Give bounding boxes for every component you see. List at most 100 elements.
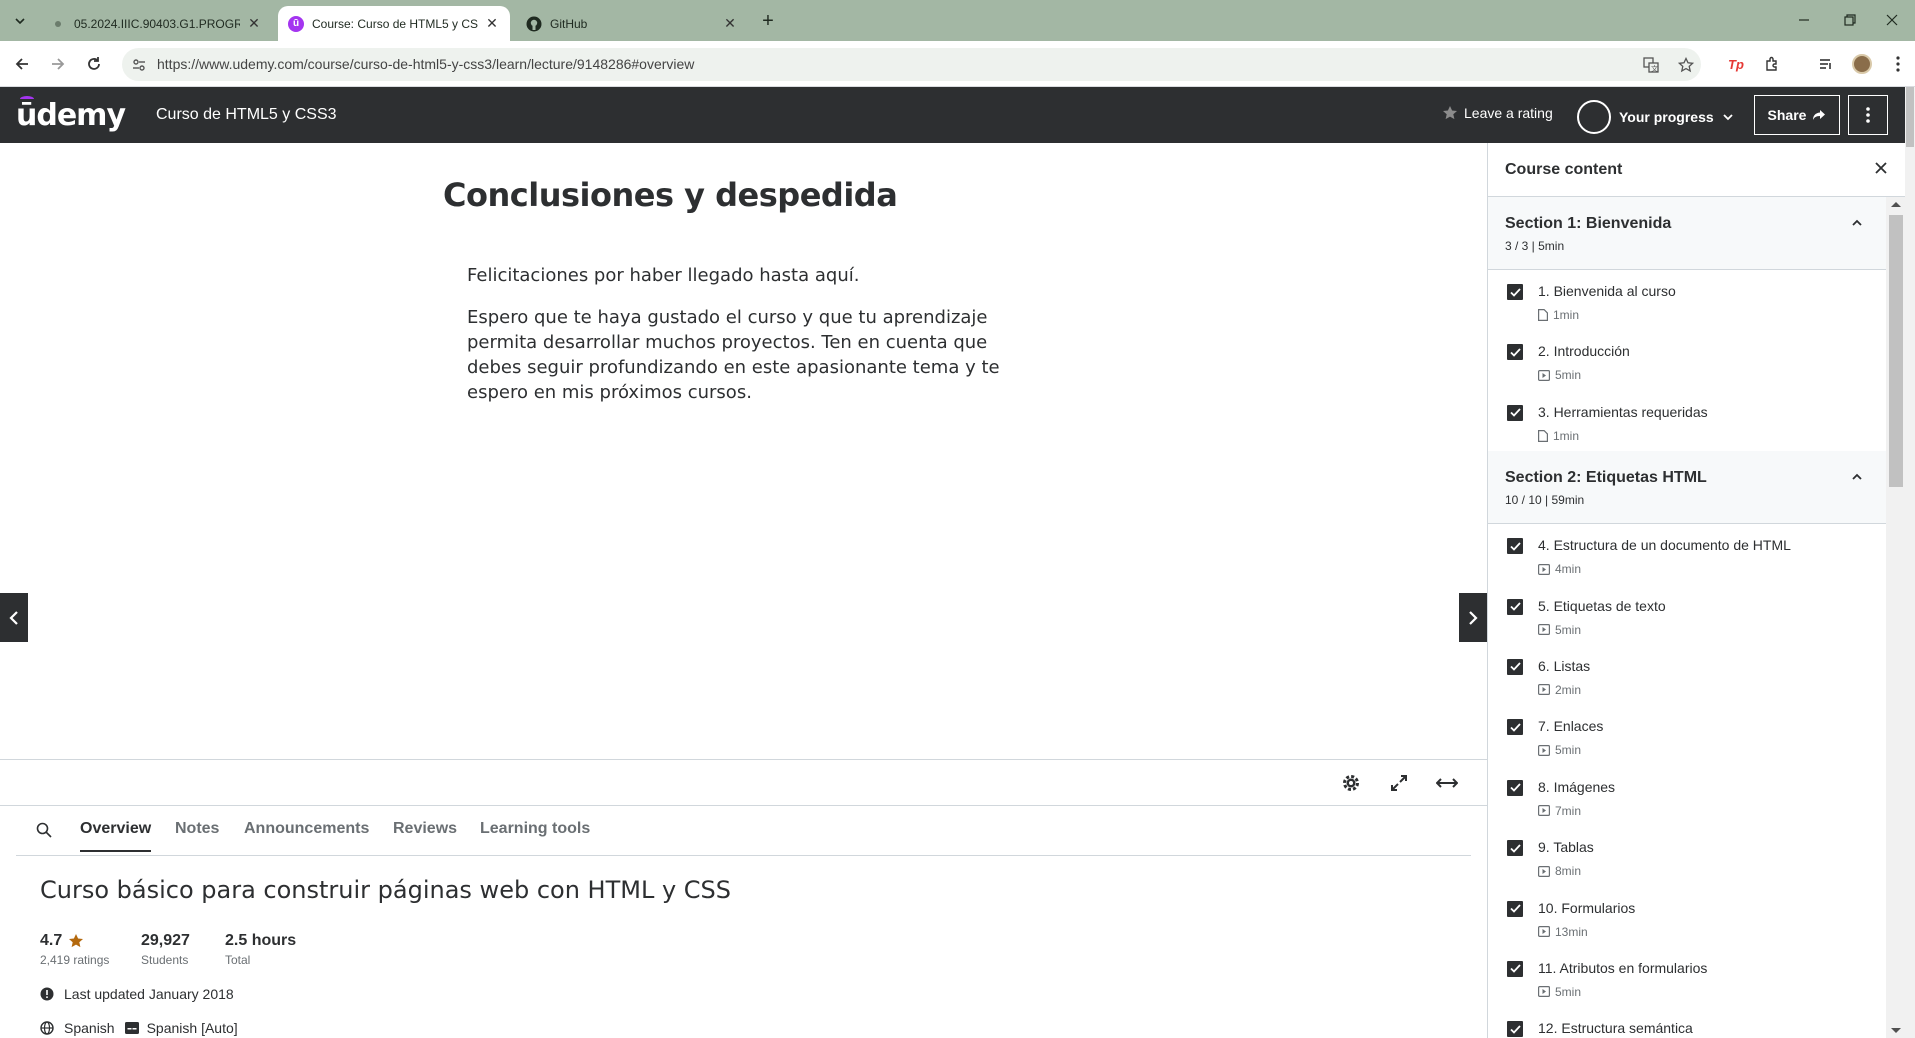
lecture-item[interactable]: 3. Herramientas requeridas 1min	[1488, 391, 1886, 451]
reload-icon[interactable]	[82, 52, 106, 76]
share-button[interactable]: Share	[1754, 95, 1840, 135]
your-progress-button[interactable]: Your progress	[1577, 100, 1734, 134]
page-scrollbar[interactable]	[1905, 87, 1915, 1038]
duration-text: 5min	[1555, 368, 1582, 383]
course-header: ūdemy Curso de HTML5 y CSS3 Leave a rati…	[0, 87, 1905, 143]
tab-favicon	[50, 16, 66, 32]
new-tab-button[interactable]: +	[756, 9, 780, 33]
settings-gear-icon[interactable]	[1339, 771, 1363, 795]
tab-title: GitHub	[550, 16, 588, 31]
search-icon[interactable]	[36, 822, 52, 838]
close-tab-icon[interactable]: ✕	[484, 15, 500, 32]
restore-button[interactable]	[1827, 8, 1873, 32]
fullscreen-icon[interactable]	[1387, 771, 1411, 795]
sidebar-scrollbar-thumb[interactable]	[1889, 215, 1903, 487]
tab-reviews[interactable]: Reviews	[393, 820, 457, 850]
lecture-item[interactable]: 8. Imágenes 7min	[1488, 766, 1886, 826]
sidebar-title: Course content	[1505, 161, 1623, 178]
close-window-button[interactable]	[1869, 8, 1915, 32]
tab-overview[interactable]: Overview	[80, 820, 152, 852]
translate-icon[interactable]: 文	[1642, 56, 1660, 74]
lecture-title: 5. Etiquetas de texto	[1538, 597, 1666, 614]
lecture-item[interactable]: 4. Estructura de un documento de HTML 4mi…	[1488, 524, 1886, 584]
completed-checkbox[interactable]	[1507, 598, 1523, 615]
section-summary: 3 / 3 | 5min	[1505, 239, 1565, 253]
chrome-menu-icon[interactable]	[1886, 52, 1910, 76]
expand-width-icon[interactable]	[1435, 771, 1459, 795]
svg-text:文: 文	[1651, 64, 1658, 73]
browser-tab[interactable]: GitHub ✕	[516, 6, 748, 41]
chevron-up-icon[interactable]	[1851, 217, 1863, 229]
tab-announcements[interactable]: Announcements	[244, 820, 369, 850]
last-updated-row: Last updated January 2018	[40, 986, 234, 1002]
lecture-duration: 1min	[1538, 308, 1579, 322]
kebab-icon	[1866, 107, 1870, 123]
tab-learning-tools[interactable]: Learning tools	[480, 820, 590, 850]
site-info-icon[interactable]	[130, 56, 148, 74]
forward-icon[interactable]	[46, 52, 70, 76]
lecture-item[interactable]: 10. Formularios 13min	[1488, 887, 1886, 947]
completed-checkbox[interactable]	[1507, 900, 1523, 917]
lecture-paragraph: Espero que te haya gustado el curso y qu…	[467, 307, 1000, 403]
section-summary: 10 / 10 | 59min	[1505, 493, 1585, 508]
extension-tp-icon[interactable]: Tp	[1724, 52, 1748, 76]
captions-icon	[124, 1022, 139, 1034]
more-options-button[interactable]	[1848, 95, 1888, 135]
close-icon[interactable]	[1873, 160, 1889, 176]
lecture-item[interactable]: 2. Introducción 5min	[1488, 330, 1886, 390]
browser-tab[interactable]: 05.2024.IIIC.90403.G1.PROGRAMAC ✕	[40, 6, 272, 41]
close-tab-icon[interactable]: ✕	[246, 15, 262, 32]
lecture-item[interactable]: 7. Enlaces 5min	[1488, 705, 1886, 765]
next-lecture-button[interactable]	[1459, 593, 1487, 642]
media-control-icon[interactable]	[1814, 52, 1838, 76]
completed-checkbox[interactable]	[1507, 719, 1523, 736]
lecture-item[interactable]: 6. Listas 2min	[1488, 645, 1886, 705]
sidebar-scrollbar[interactable]	[1886, 197, 1905, 1038]
bookmark-star-icon[interactable]	[1677, 56, 1695, 74]
tab-notes[interactable]: Notes	[175, 820, 219, 850]
completed-checkbox[interactable]	[1507, 779, 1523, 796]
completed-checkbox[interactable]	[1507, 538, 1523, 555]
completed-checkbox[interactable]	[1507, 960, 1523, 977]
scroll-down-arrow[interactable]	[1891, 1028, 1901, 1033]
url-text[interactable]: https://www.udemy.com/course/curso-de-ht…	[157, 56, 694, 72]
tab-search-button[interactable]	[8, 9, 32, 33]
page-scrollbar-thumb[interactable]	[1906, 87, 1914, 147]
scroll-up-arrow[interactable]	[1891, 202, 1901, 207]
browser-tab-active[interactable]: ū Course: Curso de HTML5 y CSS3 ✕	[278, 6, 510, 41]
previous-lecture-button[interactable]	[0, 593, 28, 642]
address-bar[interactable]: https://www.udemy.com/course/curso-de-ht…	[122, 48, 1701, 81]
udemy-logo[interactable]: ūdemy	[16, 96, 126, 133]
minimize-button[interactable]	[1781, 8, 1827, 32]
lecture-item[interactable]: 11. Atributos en formularios 5min	[1488, 947, 1886, 1007]
completed-checkbox[interactable]	[1507, 344, 1523, 361]
section-header[interactable]: Section 2: Etiquetas HTML 10 / 10 | 59min	[1488, 451, 1886, 525]
completed-checkbox[interactable]	[1507, 658, 1523, 675]
article-icon	[1538, 429, 1553, 442]
chevron-down-icon	[15, 18, 25, 25]
chevron-up-icon[interactable]	[1851, 471, 1863, 483]
extensions-puzzle-icon[interactable]	[1760, 52, 1784, 76]
back-icon[interactable]	[10, 52, 34, 76]
completed-checkbox[interactable]	[1507, 1021, 1523, 1038]
lecture-duration: 5min	[1538, 743, 1581, 757]
lecture-item[interactable]: 12. Estructura semántica	[1488, 1007, 1886, 1038]
course-title[interactable]: Curso de HTML5 y CSS3	[156, 106, 337, 124]
share-arrow-icon	[1813, 110, 1826, 120]
duration-text: 2min	[1555, 682, 1582, 697]
profile-avatar[interactable]	[1850, 52, 1874, 76]
lecture-item[interactable]: 1. Bienvenida al curso 1min	[1488, 270, 1886, 330]
duration-text: 1min	[1553, 308, 1580, 322]
section-header[interactable]: Section 1: Bienvenida 3 / 3 | 5min	[1488, 197, 1886, 270]
completed-checkbox[interactable]	[1507, 404, 1523, 421]
lecture-item[interactable]: 5. Etiquetas de texto 5min	[1488, 585, 1886, 645]
leave-rating-button[interactable]: Leave a rating	[1442, 105, 1553, 121]
course-content-sidebar: Course content Section 1: Bienvenida 3 / …	[1487, 143, 1905, 1038]
section-title: Section 2: Etiquetas HTML	[1505, 469, 1707, 487]
lecture-item[interactable]: 9. Tablas 8min	[1488, 826, 1886, 886]
completed-checkbox[interactable]	[1507, 284, 1523, 300]
close-tab-icon[interactable]: ✕	[722, 15, 738, 32]
students-label: Students	[141, 953, 189, 967]
duration-stat: 2.5 hours Total	[225, 932, 296, 967]
completed-checkbox[interactable]	[1507, 840, 1523, 857]
